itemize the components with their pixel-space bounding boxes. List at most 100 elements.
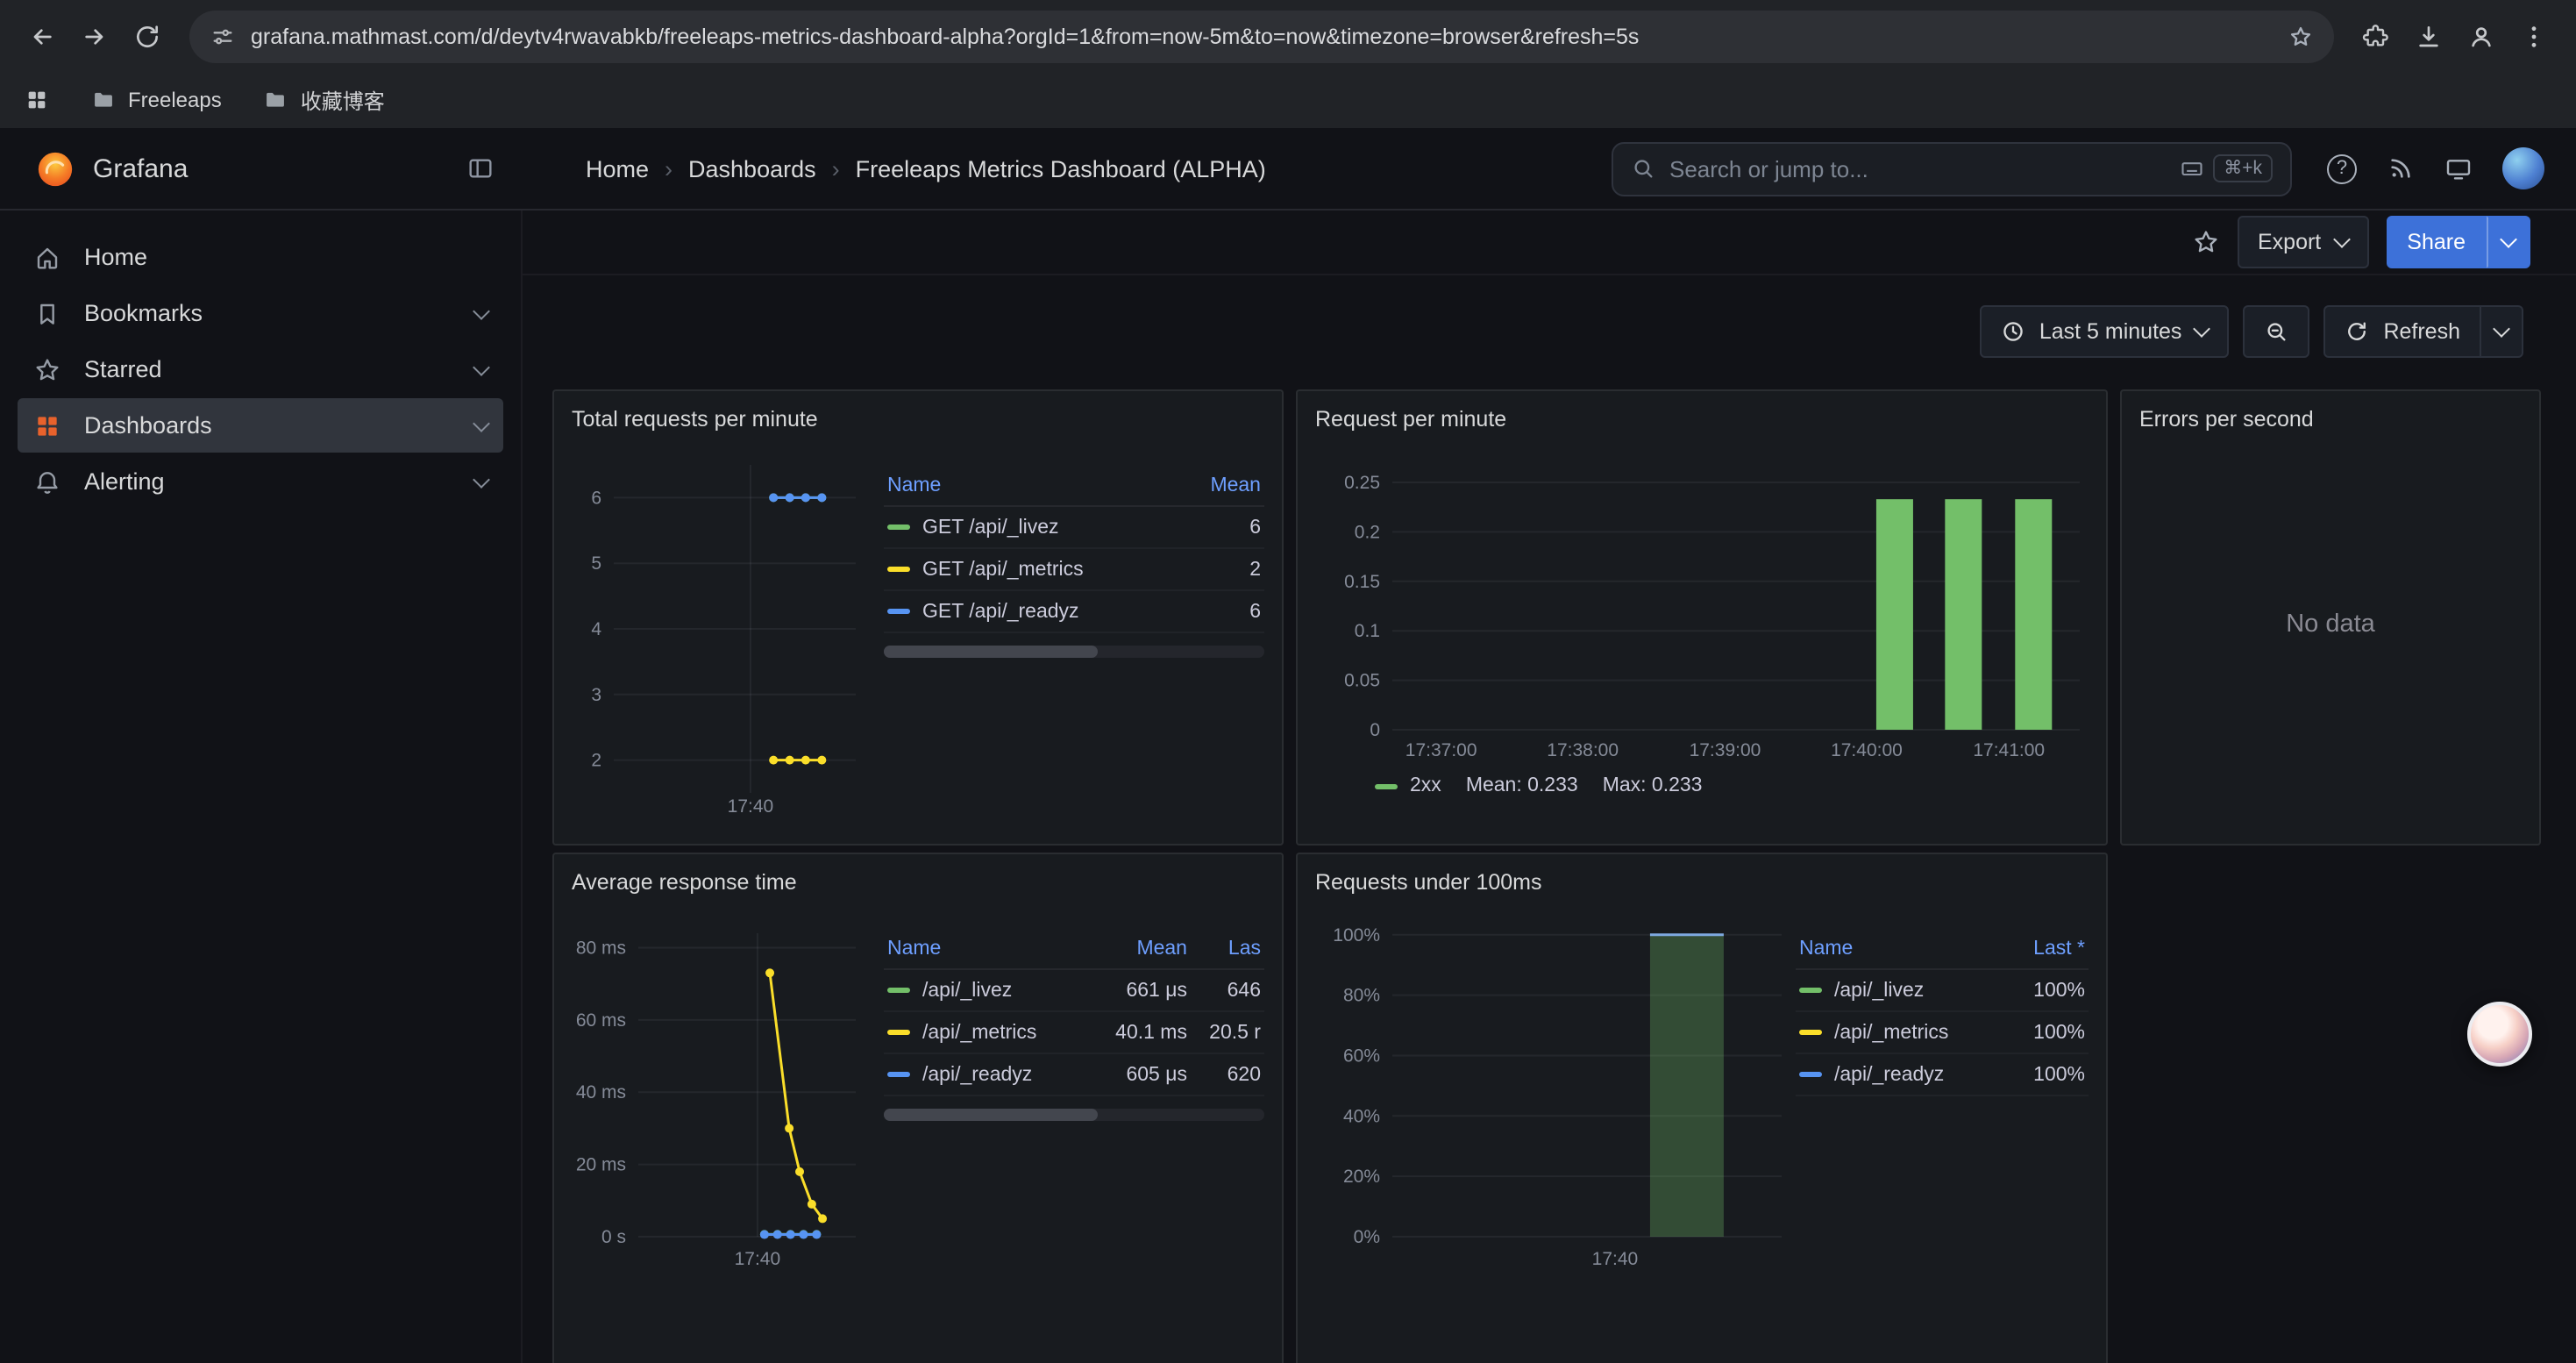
sidebar-item-label: Starred	[84, 356, 162, 382]
series-color-icon	[1799, 1030, 1822, 1035]
search-input[interactable]: ⌘+k	[1612, 141, 2292, 196]
dock-sidebar-icon	[466, 154, 495, 182]
dashboards-icon	[33, 411, 61, 439]
panel-title[interactable]: Requests under 100ms	[1315, 865, 2089, 900]
bookmark-page-button[interactable]	[2288, 24, 2313, 48]
avg-response-time-chart[interactable]: 80 ms60 ms40 ms20 ms0 s17:40	[572, 900, 884, 1275]
dashboard-grid: Total requests per minute 6543217:40 Nam…	[523, 389, 2576, 1363]
chevron-down-icon[interactable]	[473, 302, 490, 319]
series-color-icon	[887, 609, 910, 614]
column-header[interactable]: Mean	[1092, 938, 1187, 959]
refresh-icon	[2345, 319, 2369, 344]
assistant-avatar[interactable]	[2467, 1002, 2532, 1067]
column-header[interactable]: Last *	[2011, 938, 2085, 959]
panel-avg-response-time: Average response time 80 ms60 ms40 ms20 …	[552, 853, 1284, 1363]
puzzle-icon	[2362, 22, 2390, 50]
sidebar-item-dashboards[interactable]: Dashboards	[18, 398, 503, 453]
column-header[interactable]: Name	[1799, 938, 2011, 959]
table-scrollbar[interactable]	[884, 646, 1264, 658]
scrollbar-thumb[interactable]	[884, 1109, 1097, 1121]
svg-text:17:37:00: 17:37:00	[1405, 740, 1477, 760]
no-data-message: No data	[2286, 610, 2375, 639]
table-row[interactable]: GET /api/_metrics 2	[884, 549, 1264, 591]
scrollbar-thumb[interactable]	[884, 646, 1097, 658]
requests-under-100ms-chart[interactable]: 100%80%60%40%20%0%17:40	[1315, 900, 1796, 1275]
browser-menu-button[interactable]	[2509, 11, 2558, 61]
star-icon	[2191, 228, 2219, 256]
url-input[interactable]	[251, 24, 2273, 48]
back-button[interactable]	[18, 11, 67, 61]
sidebar-item-bookmarks[interactable]: Bookmarks	[18, 286, 503, 340]
profile-button[interactable]	[2457, 11, 2506, 61]
brand-zone: Grafana	[0, 128, 523, 209]
breadcrumb-home[interactable]: Home	[586, 155, 649, 182]
column-header[interactable]: Mean	[1180, 475, 1261, 496]
clock-icon	[2001, 319, 2025, 344]
url-bar[interactable]	[189, 10, 2334, 62]
person-icon	[2467, 22, 2495, 50]
panel-title[interactable]: Request per minute	[1315, 402, 2089, 437]
table-row[interactable]: /api/_metrics 100%	[1796, 1012, 2089, 1054]
sidebar-item-alerting[interactable]: Alerting	[18, 454, 503, 509]
panel-title[interactable]: Total requests per minute	[572, 402, 1264, 437]
news-button[interactable]	[2387, 154, 2415, 182]
download-icon	[2415, 22, 2443, 50]
panel-title[interactable]: Errors per second	[2139, 402, 2522, 437]
svg-text:80%: 80%	[1343, 986, 1380, 1006]
downloads-button[interactable]	[2404, 11, 2453, 61]
reload-button[interactable]	[123, 11, 172, 61]
grafana-logo[interactable]	[35, 148, 75, 189]
time-controls: Last 5 minutes Refresh	[523, 275, 2576, 358]
svg-text:17:38:00: 17:38:00	[1547, 740, 1619, 760]
time-range-button[interactable]: Last 5 minutes	[1980, 305, 2230, 358]
column-header[interactable]: Name	[887, 475, 1180, 496]
table-row[interactable]: /api/_readyz 100%	[1796, 1054, 2089, 1096]
series-color-icon	[1799, 988, 1822, 993]
table-row[interactable]: /api/_readyz 605 μs 620	[884, 1054, 1264, 1096]
refresh-interval-button[interactable]	[2481, 305, 2523, 358]
chevron-down-icon[interactable]	[473, 414, 490, 432]
table-row[interactable]: /api/_livez 661 μs 646	[884, 970, 1264, 1012]
table-row[interactable]: /api/_livez 100%	[1796, 970, 2089, 1012]
forward-button[interactable]	[70, 11, 119, 61]
table-row[interactable]: GET /api/_readyz 6	[884, 591, 1264, 633]
breadcrumb-dashboards[interactable]: Dashboards	[688, 155, 816, 182]
favorite-dashboard-button[interactable]	[2191, 228, 2219, 256]
chevron-down-icon[interactable]	[473, 470, 490, 488]
zoom-out-button[interactable]	[2243, 305, 2309, 358]
request-per-minute-chart[interactable]: 0.250.20.150.10.05017:37:0017:38:0017:39…	[1315, 437, 2092, 770]
sidebar-item-home[interactable]: Home	[18, 230, 503, 284]
bookmark-folder-freeleaps[interactable]: Freeleaps	[91, 88, 222, 112]
site-info-icon	[210, 24, 235, 48]
help-button[interactable]	[2327, 153, 2357, 183]
table-scrollbar[interactable]	[884, 1109, 1264, 1121]
table-row[interactable]: GET /api/_livez 6	[884, 507, 1264, 549]
column-header[interactable]: Name	[887, 938, 1092, 959]
kiosk-button[interactable]	[2444, 154, 2473, 182]
refresh-button[interactable]: Refresh	[2323, 305, 2481, 358]
panel-title[interactable]: Average response time	[572, 865, 1264, 900]
share-button[interactable]: Share	[2386, 216, 2487, 268]
apps-grid-button[interactable]	[25, 88, 49, 112]
column-header[interactable]: Las	[1187, 938, 1261, 959]
sidebar-item-starred[interactable]: Starred	[18, 342, 503, 396]
svg-text:0.2: 0.2	[1355, 522, 1380, 542]
share-dropdown-button[interactable]	[2487, 216, 2530, 268]
user-profile-button[interactable]	[2502, 147, 2544, 189]
dock-sidebar-button[interactable]	[466, 154, 495, 182]
table-row[interactable]: /api/_metrics 40.1 ms 20.5 r	[884, 1012, 1264, 1054]
chevron-down-icon	[2194, 320, 2211, 338]
search-field[interactable]	[1669, 155, 2166, 182]
total-requests-chart[interactable]: 6543217:40	[572, 437, 884, 819]
sidebar-item-label: Alerting	[84, 468, 165, 495]
export-button[interactable]: Export	[2237, 216, 2368, 268]
chevron-down-icon[interactable]	[473, 358, 490, 375]
extensions-button[interactable]	[2352, 11, 2401, 61]
screen: Freeleaps 收藏博客 Grafana Home	[0, 0, 2576, 1363]
bookmark-folder-blogs[interactable]: 收藏博客	[264, 85, 385, 115]
series-color-icon	[887, 567, 910, 572]
chart-legend[interactable]: 2xx Mean: 0.233 Max: 0.233	[1315, 775, 1703, 796]
user-avatar	[2502, 147, 2544, 189]
legend-max: Max: 0.233	[1603, 775, 1703, 796]
svg-text:17:40: 17:40	[1592, 1249, 1639, 1269]
